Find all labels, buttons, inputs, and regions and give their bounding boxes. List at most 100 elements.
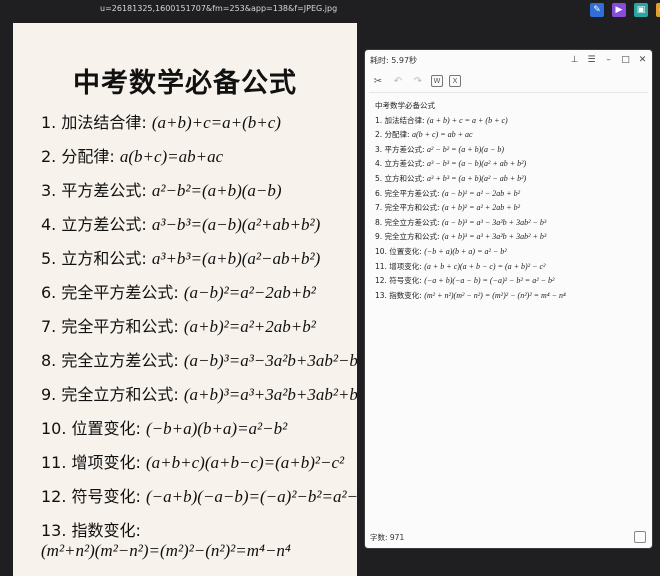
pin-icon[interactable]: ⊥ bbox=[569, 53, 580, 66]
image-row-math: a³−b³=(a−b)(a²+ab+b²) bbox=[151, 215, 321, 234]
ocr-line-math: (m² + n²)(m² − n²) = (m²)² − (n²)² = m⁴ … bbox=[424, 290, 566, 300]
ocr-line-math: a³ − b³ = (a − b)(a² + ab + b²) bbox=[426, 159, 527, 169]
ocr-line-label: 4. 立方差公式: bbox=[375, 159, 427, 169]
image-row-label: 8. 完全立方差公式: bbox=[41, 351, 184, 370]
ocr-line-math: a³ + b³ = (a + b)(a² − ab + b²) bbox=[426, 173, 527, 183]
color-icon[interactable]: ◐ bbox=[656, 3, 660, 17]
ocr-line-label: 8. 完全立方差公式: bbox=[375, 217, 442, 227]
char-count: 字数: 971 bbox=[370, 532, 405, 542]
ocr-text-area[interactable]: 中考数学必备公式 1. 加法结合律: (a + b) + c = a + (b … bbox=[365, 93, 652, 303]
close-icon[interactable]: ✕ bbox=[637, 53, 648, 66]
ocr-line-math: (−a + b)(−a − b) = (−a)² − b² = a² − b² bbox=[424, 276, 555, 286]
image-row-label: 1. 加法结合律: bbox=[41, 113, 152, 132]
ocr-line: 13. 指数变化: (m² + n²)(m² − n²) = (m²)² − (… bbox=[375, 289, 642, 304]
image-row-label: 3. 平方差公式: bbox=[41, 181, 152, 200]
maximize-icon[interactable]: □ bbox=[620, 53, 631, 66]
ocr-line: 11. 增项变化: (a + b + c)(a + b − c) = (a + … bbox=[375, 260, 642, 275]
ocr-line-math: (a + b)³ = a³ + 3a²b + 3ab² + b³ bbox=[441, 232, 547, 242]
menu-icon[interactable]: ☰ bbox=[586, 53, 597, 66]
image-row-label: 5. 立方和公式: bbox=[41, 249, 152, 268]
ocr-line: 9. 完全立方和公式: (a + b)³ = a³ + 3a²b + 3ab² … bbox=[375, 230, 642, 245]
ocr-line-label: 7. 完全平方和公式: bbox=[375, 203, 442, 213]
ocr-line: 8. 完全立方差公式: (a − b)³ = a³ − 3a²b + 3ab² … bbox=[375, 216, 642, 231]
image-row-label: 11. 增项变化: bbox=[41, 453, 147, 472]
formula-image: 中考数学必备公式 1. 加法结合律: (a+b)+c=a+(b+c) 2. 分配律… bbox=[13, 23, 357, 576]
image-row-label: 6. 完全平方差公式: bbox=[41, 283, 184, 302]
ocr-line: 5. 立方和公式: a³ + b³ = (a + b)(a² − ab + b²… bbox=[375, 172, 642, 187]
ocr-line-math: a² − b² = (a + b)(a − b) bbox=[426, 144, 504, 154]
image-row-math: (a−b)²=a²−2ab+b² bbox=[183, 283, 316, 302]
ocr-line-label: 3. 平方差公式: bbox=[375, 144, 427, 154]
ocr-line: 3. 平方差公式: a² − b² = (a + b)(a − b) bbox=[375, 143, 642, 158]
window-toolbar: ✂ ↶ ↷ W X bbox=[365, 70, 652, 92]
viewer-top-bar: u=26181325,1600151707&fm=253&app=138&f=J… bbox=[0, 0, 660, 22]
ocr-heading: 中考数学必备公式 bbox=[375, 101, 435, 110]
video-icon[interactable]: ▶ bbox=[612, 3, 626, 17]
ocr-line-label: 1. 加法结合律: bbox=[375, 115, 427, 125]
ocr-line-math: (a + b)² = a² + 2ab + b² bbox=[441, 203, 521, 213]
image-row: 11. 增项变化: (a+b+c)(a+b−c)=(a+b)²−c² bbox=[41, 453, 344, 473]
image-row-13-math: (m²+n²)(m²−n²)=(m²)²−(n²)²=m⁴−n⁴ bbox=[41, 541, 291, 560]
window-titlebar: 耗时: 5.97秒 ⊥ ☰ – □ ✕ bbox=[365, 50, 652, 70]
ocr-line-math: (a + b + c)(a + b − c) = (a + b)² − c² bbox=[424, 261, 546, 271]
image-row-math: (−b+a)(b+a)=a²−b² bbox=[146, 419, 288, 438]
image-row-math: (a−b)³=a³−3a²b+3ab²−b³ bbox=[183, 351, 357, 370]
image-row: 6. 完全平方差公式: (a−b)²=a²−2ab+b² bbox=[41, 283, 316, 303]
image-row-math: (a+b)³=a³+3a²b+3ab²+b³ bbox=[183, 385, 357, 404]
ocr-line-label: 9. 完全立方和公式: bbox=[375, 232, 442, 242]
scissors-icon[interactable]: ✂ bbox=[371, 74, 385, 88]
elapsed-time: 耗时: 5.97秒 bbox=[370, 55, 418, 65]
ocr-line-label: 12. 符号变化: bbox=[375, 276, 425, 286]
ocr-line-math: a(b + c) = ab + ac bbox=[411, 130, 473, 140]
image-row: 5. 立方和公式: a³+b³=(a+b)(a²−ab+b²) bbox=[41, 249, 320, 269]
ocr-line-math: (a − b)³ = a³ − 3a²b + 3ab² − b³ bbox=[441, 217, 547, 227]
ocr-line-label: 6. 完全平方差公式: bbox=[375, 188, 442, 198]
image-row: 12. 符号变化: (−a+b)(−a−b)=(−a)²−b²=a²−b² bbox=[41, 487, 357, 507]
ocr-line-label: 2. 分配律: bbox=[375, 130, 412, 140]
edit-icon[interactable]: ✎ bbox=[590, 3, 604, 17]
ocr-result-window: 耗时: 5.97秒 ⊥ ☰ – □ ✕ ✂ ↶ ↷ W X 中考数学必备公式 1… bbox=[364, 49, 653, 549]
image-row: 1. 加法结合律: (a+b)+c=a+(b+c) bbox=[41, 113, 281, 133]
redo-icon[interactable]: ↷ bbox=[411, 74, 425, 88]
image-filename: u=26181325,1600151707&fm=253&app=138&f=J… bbox=[100, 4, 338, 13]
ocr-line: 1. 加法结合律: (a + b) + c = a + (b + c) bbox=[375, 114, 642, 129]
image-row-label: 10. 位置变化: bbox=[41, 419, 147, 438]
ocr-line-label: 10. 位置变化: bbox=[375, 246, 425, 256]
window-footer: 字数: 971 bbox=[365, 526, 652, 548]
ocr-line-math: (a − b)² = a² − 2ab + b² bbox=[441, 188, 521, 198]
ocr-line: 6. 完全平方差公式: (a − b)² = a² − 2ab + b² bbox=[375, 187, 642, 202]
image-row-math: a³+b³=(a+b)(a²−ab+b²) bbox=[151, 249, 321, 268]
excel-export-icon[interactable]: X bbox=[449, 75, 461, 87]
ocr-line: 4. 立方差公式: a³ − b³ = (a − b)(a² + ab + b²… bbox=[375, 157, 642, 172]
image-row: 2. 分配律: a(b+c)=ab+ac bbox=[41, 147, 223, 167]
image-row: 13. 指数变化: bbox=[41, 521, 141, 541]
image-row-label: 4. 立方差公式: bbox=[41, 215, 152, 234]
undo-icon[interactable]: ↶ bbox=[391, 74, 405, 88]
image-row-label: 9. 完全立方和公式: bbox=[41, 385, 184, 404]
ocr-line: 12. 符号变化: (−a + b)(−a − b) = (−a)² − b² … bbox=[375, 274, 642, 289]
image-icon[interactable]: ▣ bbox=[634, 3, 648, 17]
image-row-label: 7. 完全平方和公式: bbox=[41, 317, 184, 336]
ocr-line-label: 5. 立方和公式: bbox=[375, 173, 427, 183]
ocr-line: 10. 位置变化: (−b + a)(b + a) = a² − b² bbox=[375, 245, 642, 260]
ocr-line-label: 13. 指数变化: bbox=[375, 290, 425, 300]
image-row-math: (a+b+c)(a+b−c)=(a+b)²−c² bbox=[146, 453, 345, 472]
image-row: 4. 立方差公式: a³−b³=(a−b)(a²+ab+b²) bbox=[41, 215, 320, 235]
image-row-label: 13. 指数变化: bbox=[41, 521, 141, 540]
image-row-math: (a+b)+c=a+(b+c) bbox=[151, 113, 281, 132]
ocr-line: 2. 分配律: a(b + c) = ab + ac bbox=[375, 128, 642, 143]
ocr-line-math: (a + b) + c = a + (b + c) bbox=[426, 115, 508, 125]
image-row: 8. 完全立方差公式: (a−b)³=a³−3a²b+3ab²−b³ bbox=[41, 351, 357, 371]
image-row: 7. 完全平方和公式: (a+b)²=a²+2ab+b² bbox=[41, 317, 316, 337]
image-row-math: a²−b²=(a+b)(a−b) bbox=[151, 181, 282, 200]
image-row-label: 2. 分配律: bbox=[41, 147, 120, 166]
copy-icon[interactable] bbox=[634, 531, 646, 543]
image-row: 9. 完全立方和公式: (a+b)³=a³+3a²b+3ab²+b³ bbox=[41, 385, 357, 405]
viewer-toolbar: ✎ ▶ ▣ ◐ bbox=[590, 3, 660, 17]
ocr-line-label: 11. 增项变化: bbox=[375, 261, 425, 271]
word-export-icon[interactable]: W bbox=[431, 75, 443, 87]
image-title: 中考数学必备公式 bbox=[73, 68, 297, 99]
minimize-icon[interactable]: – bbox=[603, 53, 614, 66]
ocr-line: 7. 完全平方和公式: (a + b)² = a² + 2ab + b² bbox=[375, 201, 642, 216]
image-row-math: (a+b)²=a²+2ab+b² bbox=[183, 317, 316, 336]
